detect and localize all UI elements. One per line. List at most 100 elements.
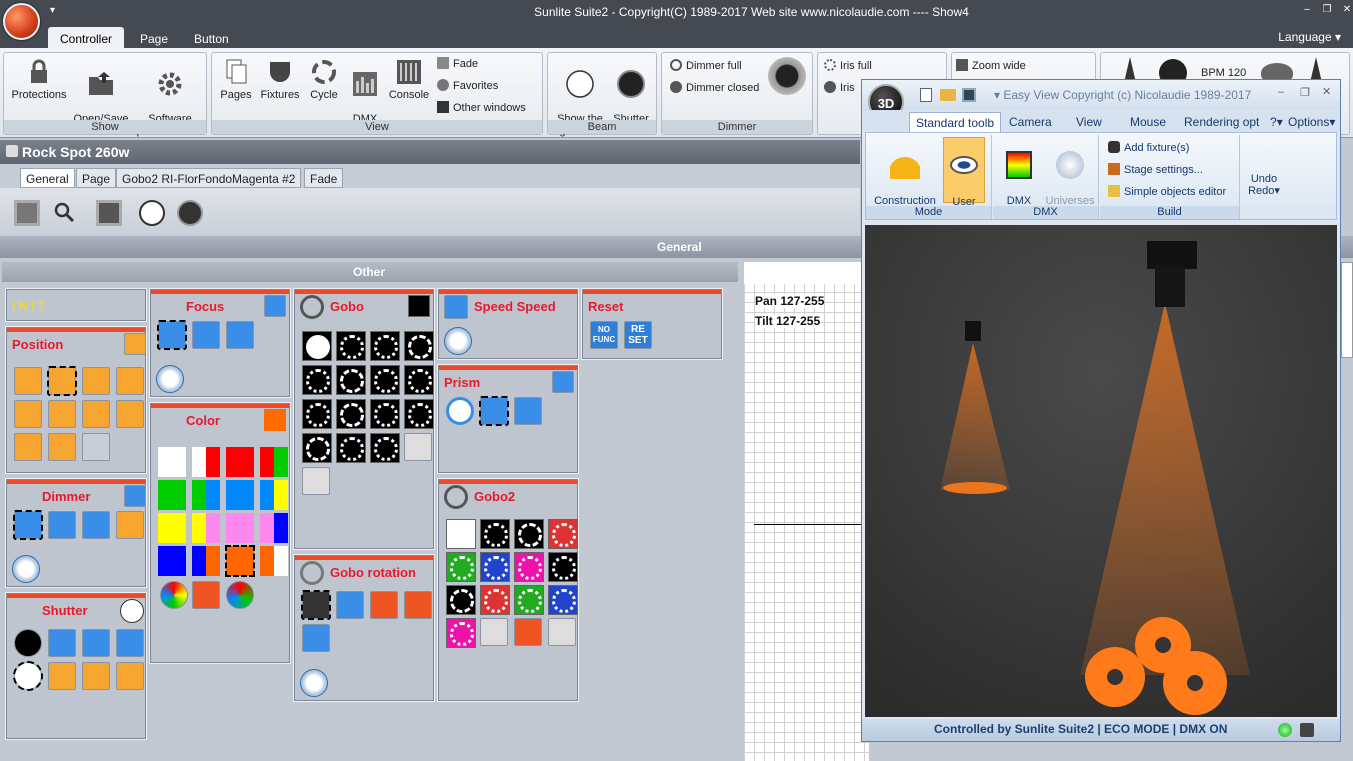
tab-controller[interactable]: Controller xyxy=(48,27,125,48)
tab-page[interactable]: Page xyxy=(76,168,117,188)
gobo2-12[interactable] xyxy=(548,585,578,615)
gobo-6[interactable] xyxy=(336,365,366,395)
gobo-4[interactable] xyxy=(404,331,434,361)
gobo-13[interactable] xyxy=(302,433,332,463)
tab-rendering[interactable]: Rendering opt xyxy=(1178,112,1265,132)
color-navy[interactable] xyxy=(158,546,186,576)
init-panel[interactable]: INIT xyxy=(5,288,147,322)
gobo2-random-cell[interactable] xyxy=(548,618,576,646)
gobo2-8[interactable] xyxy=(548,552,578,582)
reset-button[interactable]: RE SET xyxy=(624,321,652,349)
rotation-off1-cell[interactable] xyxy=(370,591,398,619)
options-menu[interactable]: Options▾ xyxy=(1282,112,1341,132)
tab-mouse[interactable]: Mouse xyxy=(1124,112,1172,132)
zoom-wide-button[interactable]: Zoom wide xyxy=(956,59,1026,72)
shutter-strobe-cell[interactable] xyxy=(48,629,76,657)
color-red[interactable] xyxy=(226,447,254,477)
gobo2-13[interactable] xyxy=(446,618,476,648)
no-func-button[interactable]: NO FUNC xyxy=(590,321,618,349)
gobo-15[interactable] xyxy=(370,433,400,463)
close-button[interactable]: ✕ xyxy=(1340,4,1353,18)
add-fixtures-button[interactable]: Add fixture(s) xyxy=(1108,141,1189,154)
focus-3-cell[interactable] xyxy=(226,321,254,349)
gobo2-4[interactable] xyxy=(548,519,578,549)
pattern-circle[interactable] xyxy=(14,367,42,395)
shutter-ramp2-cell[interactable] xyxy=(82,662,110,690)
color-green[interactable] xyxy=(158,480,186,510)
iris-full-button[interactable]: Iris full xyxy=(824,59,872,72)
color-white[interactable] xyxy=(158,447,186,477)
beam-on-icon[interactable] xyxy=(139,200,165,226)
new-icon[interactable] xyxy=(920,88,932,102)
protections-button[interactable]: Protections xyxy=(8,57,70,101)
shutter-closed-cell[interactable] xyxy=(14,629,42,657)
layout-icon[interactable] xyxy=(96,200,122,226)
pattern-random[interactable] xyxy=(82,433,110,461)
color-wheel-cell[interactable] xyxy=(160,581,188,609)
gobo2-shake-cell[interactable] xyxy=(480,618,508,646)
undo-redo-button[interactable]: Undo Redo▾ xyxy=(1244,173,1284,197)
speed-knob[interactable] xyxy=(444,327,472,355)
gobo2-10[interactable] xyxy=(480,585,510,615)
pattern-vertical-lines[interactable] xyxy=(48,433,76,461)
gobo-11[interactable] xyxy=(370,399,400,429)
user-mode-button[interactable]: User mode xyxy=(943,137,985,220)
rotation-ccw-cell[interactable] xyxy=(302,624,330,652)
dimmer-knob[interactable] xyxy=(12,555,40,583)
gobo-10[interactable] xyxy=(336,399,366,429)
gobo-2[interactable] xyxy=(336,331,366,361)
screen-icon[interactable] xyxy=(14,200,40,226)
tab-general[interactable]: General xyxy=(20,168,75,188)
rotation-knob[interactable] xyxy=(300,669,328,697)
tab-camera[interactable]: Camera xyxy=(1003,112,1058,132)
pattern-eight[interactable] xyxy=(48,400,76,428)
tab-button[interactable]: Button xyxy=(182,27,241,48)
color-orange-white[interactable] xyxy=(260,546,288,576)
favorites-button[interactable]: Favorites xyxy=(437,79,498,92)
gobo-8[interactable] xyxy=(404,365,434,395)
pan-tilt-graph[interactable]: Pan 127-255 Tilt 127-255 xyxy=(744,262,869,761)
pattern-vertical[interactable] xyxy=(14,433,42,461)
gobo-12[interactable] xyxy=(404,399,434,429)
color-navy-orange[interactable] xyxy=(192,546,220,576)
prism-off-cell[interactable] xyxy=(446,397,474,425)
gobo-5[interactable] xyxy=(302,365,332,395)
color-red-green[interactable] xyxy=(260,447,288,477)
dimmer-1-cell[interactable] xyxy=(48,511,76,539)
quick-access-dropdown-icon[interactable]: ▾ xyxy=(50,5,55,16)
prism-3-cell[interactable] xyxy=(479,396,509,426)
shutter-ramp3-cell[interactable] xyxy=(116,662,144,690)
rotation-stop-cell[interactable] xyxy=(301,590,331,620)
settings-icon[interactable] xyxy=(1300,723,1314,737)
focus-knob[interactable] xyxy=(156,365,184,393)
gobo-random-cell[interactable] xyxy=(302,467,330,495)
gobo2-off-cell[interactable] xyxy=(514,618,542,646)
dimmer-full-button[interactable]: Dimmer full xyxy=(670,59,742,72)
dimmer-closed-button[interactable]: Dimmer closed xyxy=(670,81,759,94)
pattern-lines[interactable] xyxy=(116,400,144,428)
gobo2-7[interactable] xyxy=(514,552,544,582)
pattern-curve[interactable] xyxy=(116,367,144,395)
color-random-cell[interactable] xyxy=(226,581,254,609)
gobo-open[interactable] xyxy=(302,331,332,361)
shutter-open-cell[interactable] xyxy=(13,661,43,691)
pattern-horizontal[interactable] xyxy=(82,400,110,428)
color-off-cell[interactable] xyxy=(192,581,220,609)
stage-settings-button[interactable]: Stage settings... xyxy=(1108,163,1203,176)
3d-maximize-button[interactable]: ❐ xyxy=(1300,86,1310,99)
shutter-random-cell[interactable] xyxy=(116,629,144,657)
simple-objects-editor-button[interactable]: Simple objects editor xyxy=(1108,185,1226,198)
color-blue-yellow[interactable] xyxy=(260,480,288,510)
prism-rotate-cell[interactable] xyxy=(514,397,542,425)
fixtures-button[interactable]: Fixtures xyxy=(258,57,302,101)
tab-fade[interactable]: Fade xyxy=(304,168,344,188)
gobo2-2[interactable] xyxy=(480,519,510,549)
color-green-blue[interactable] xyxy=(192,480,220,510)
gobo-9[interactable] xyxy=(302,399,332,429)
tab-standard-toolbar[interactable]: Standard toolb xyxy=(909,112,1002,132)
shutter-pulse-cell[interactable] xyxy=(82,629,110,657)
dimmer-knob[interactable] xyxy=(768,57,806,95)
gobo-shake-cell[interactable] xyxy=(404,433,432,461)
language-menu[interactable]: Language ▾ xyxy=(1278,30,1341,44)
gobo-7[interactable] xyxy=(370,365,400,395)
